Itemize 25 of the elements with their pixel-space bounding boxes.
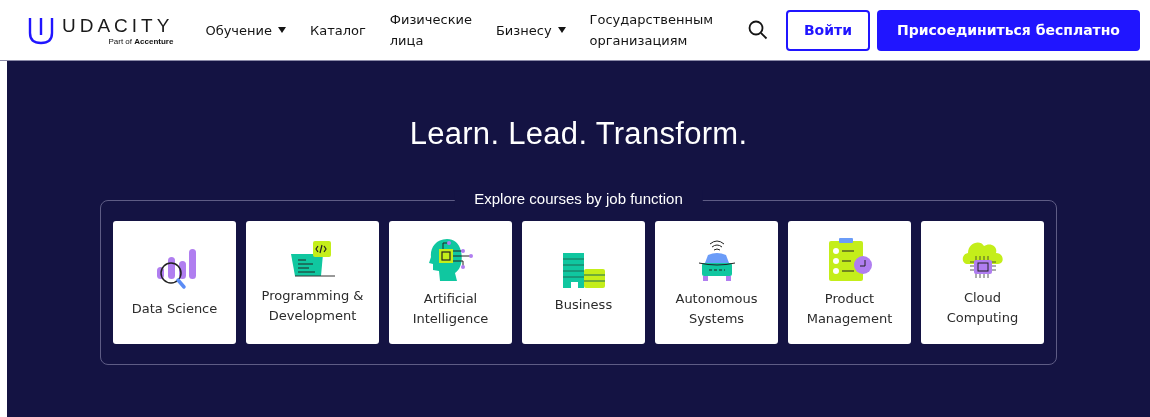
hero-title: Learn. Lead. Transform. (409, 116, 748, 152)
category-card[interactable]: Artificial Intelligence (389, 221, 512, 344)
nav-link[interactable]: Бизнесу (483, 19, 578, 41)
nav-link[interactable]: Обучение (193, 19, 298, 41)
category-card[interactable]: Programming & Development (246, 221, 379, 344)
category-card[interactable]: Business (522, 221, 645, 344)
buildings-icon (560, 250, 607, 289)
section-title: Explore courses by job function (454, 190, 703, 207)
checklist-clock-icon (826, 236, 873, 283)
caret-icon (557, 27, 566, 33)
category-card[interactable]: Product Management (788, 221, 911, 344)
laptop-code-icon (288, 239, 337, 280)
caret-icon (278, 27, 286, 33)
signup-button[interactable]: Присоединиться бесплатно (876, 9, 1140, 51)
nav-link[interactable]: Каталог (298, 19, 378, 41)
category-card[interactable]: Cloud Computing (921, 221, 1044, 344)
logo-wordmark: UDACITY (62, 14, 174, 37)
logo-icon (28, 15, 54, 45)
category-card[interactable]: Data Science (113, 221, 236, 344)
head-chip-icon (426, 236, 475, 283)
login-button[interactable]: Войти (785, 9, 870, 51)
logo-tagline: Part of Accenture (108, 36, 174, 46)
category-card[interactable]: Autonomous Systems (655, 221, 778, 344)
nav-link[interactable]: Государственным организациям (577, 9, 740, 51)
nav-link[interactable]: Физические лица (377, 9, 484, 51)
